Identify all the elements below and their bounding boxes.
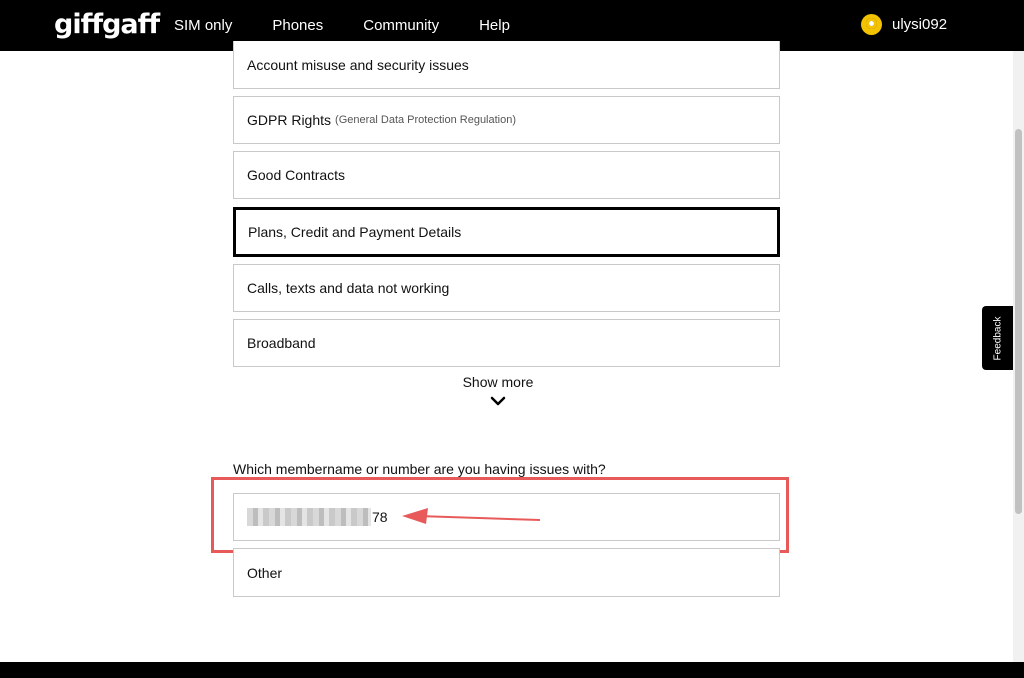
- scrollbar[interactable]: [1013, 51, 1024, 662]
- option-label: Calls, texts and data not working: [247, 280, 450, 296]
- option-subtext: (General Data Protection Regulation): [335, 114, 517, 126]
- member-question-label: Which membername or number are you havin…: [233, 461, 606, 477]
- option-label: Plans, Credit and Payment Details: [248, 224, 462, 240]
- feedback-label: Feedback: [992, 316, 1004, 360]
- user-menu[interactable]: ulysi092: [861, 14, 947, 35]
- option-broadband[interactable]: Broadband: [233, 319, 780, 367]
- feedback-tab[interactable]: Feedback: [982, 306, 1013, 370]
- option-label: Other: [247, 564, 283, 581]
- option-good-contracts[interactable]: Good Contracts: [233, 151, 780, 199]
- option-label: Account misuse and security issues: [247, 56, 469, 73]
- option-account-misuse[interactable]: Account misuse and security issues: [233, 41, 780, 89]
- nav-sim-only[interactable]: SIM only: [174, 17, 232, 34]
- footer-bar: [0, 662, 1024, 678]
- option-label: GDPR Rights: [247, 112, 332, 128]
- option-other[interactable]: Other: [233, 548, 780, 597]
- nav-community[interactable]: Community: [363, 17, 439, 34]
- avatar-icon: [861, 14, 882, 35]
- nav-help[interactable]: Help: [479, 17, 510, 34]
- option-calls-texts-data[interactable]: Calls, texts and data not working: [233, 264, 780, 312]
- giffgaff-logo[interactable]: giffgaff: [54, 9, 160, 40]
- show-more-button[interactable]: Show more: [233, 374, 763, 390]
- option-gdpr-rights[interactable]: GDPR Rights (General Data Protection Reg…: [233, 96, 780, 144]
- option-label: Good Contracts: [247, 167, 346, 183]
- option-label: Broadband: [247, 335, 316, 351]
- nav-phones[interactable]: Phones: [272, 17, 323, 34]
- scrollbar-thumb[interactable]: [1015, 129, 1022, 514]
- option-plans-credit-payment[interactable]: Plans, Credit and Payment Details: [233, 207, 780, 257]
- arrow-annotation-icon: [402, 508, 541, 524]
- username: ulysi092: [892, 16, 948, 33]
- chevron-down-icon[interactable]: [490, 396, 506, 406]
